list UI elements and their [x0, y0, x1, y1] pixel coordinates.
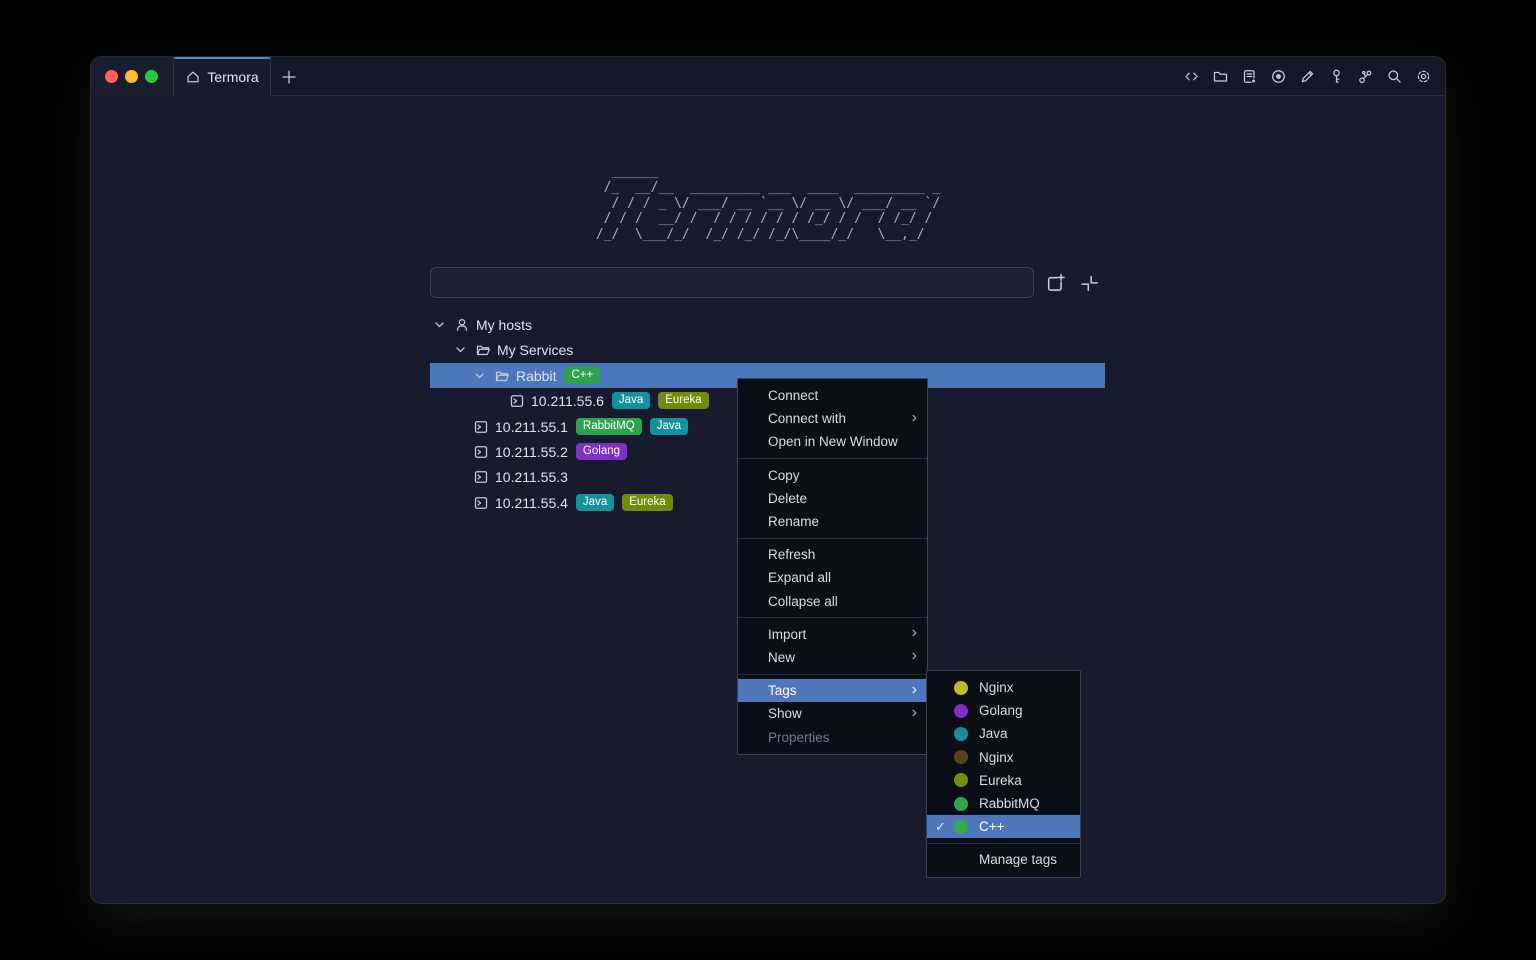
tag-badge: Java: [650, 418, 688, 435]
menu-item-connect[interactable]: Connect: [738, 384, 927, 407]
tree-label: 10.211.55.1: [495, 419, 568, 435]
tag-item-cpp[interactable]: ✓ C++: [927, 815, 1080, 838]
desktop: Termora: [0, 0, 1536, 960]
menu-item-collapse-all[interactable]: Collapse all: [738, 590, 927, 613]
tag-color-dot: [954, 820, 968, 834]
terminal-icon: [473, 495, 489, 511]
settings-icon[interactable]: [1415, 68, 1432, 85]
chevron-down-icon[interactable]: [454, 343, 467, 356]
folder-open-icon: [475, 342, 491, 358]
chevron-down-icon[interactable]: [473, 369, 486, 382]
submenu-arrow-icon: ›: [912, 649, 917, 663]
tag-item-rabbitmq[interactable]: RabbitMQ: [927, 792, 1080, 815]
submenu-arrow-icon: ›: [912, 706, 917, 720]
checkmark-icon: ✓: [935, 819, 954, 835]
termora-window: Termora: [91, 57, 1445, 903]
close-window-button[interactable]: [105, 70, 118, 83]
code-icon[interactable]: [1183, 68, 1200, 85]
tree-label: 10.211.55.6: [531, 393, 604, 409]
menu-item-new[interactable]: New›: [738, 646, 927, 669]
menu-separator: [738, 458, 927, 459]
menu-item-import[interactable]: Import›: [738, 623, 927, 646]
edit-icon[interactable]: [1299, 68, 1316, 85]
tag-badge: C++: [564, 367, 600, 384]
tag-badge: Eureka: [658, 392, 708, 409]
folder-open-icon: [494, 368, 510, 384]
menu-item-properties: Properties: [738, 725, 927, 748]
menu-separator: [927, 843, 1080, 844]
log-icon[interactable]: [1241, 68, 1258, 85]
submenu-arrow-icon: ›: [912, 411, 917, 425]
tag-color-dot: [954, 681, 968, 695]
menu-separator: [738, 674, 927, 675]
keychain-icon[interactable]: [1357, 68, 1374, 85]
tag-item-java[interactable]: Java: [927, 722, 1080, 745]
tree-label: Rabbit: [516, 368, 556, 384]
tag-badge: Java: [612, 392, 650, 409]
collapse-all-button[interactable]: [1077, 271, 1101, 295]
menu-separator: [738, 538, 927, 539]
zoom-window-button[interactable]: [145, 70, 158, 83]
menu-item-delete[interactable]: Delete: [738, 487, 927, 510]
menu-item-open-in-new-window[interactable]: Open in New Window: [738, 430, 927, 453]
tree-label: 10.211.55.4: [495, 495, 568, 511]
tree-label: My hosts: [476, 317, 532, 333]
tab-title: Termora: [207, 69, 258, 85]
tags-submenu: Nginx Golang Java Nginx Eureka: [926, 670, 1081, 878]
tag-color-dot: [954, 750, 968, 764]
active-tab-accent: [174, 57, 270, 59]
terminal-icon: [473, 469, 489, 485]
tree-label: 10.211.55.3: [495, 469, 568, 485]
menu-item-show[interactable]: Show›: [738, 702, 927, 725]
menu-item-manage-tags[interactable]: Manage tags: [927, 848, 1080, 871]
chevron-down-icon[interactable]: [433, 318, 446, 331]
tag-badge: Golang: [576, 443, 627, 460]
terminal-icon: [473, 419, 489, 435]
tag-badge: Eureka: [622, 494, 672, 511]
tag-badge: Java: [576, 494, 614, 511]
menu-item-connect-with[interactable]: Connect with›: [738, 407, 927, 430]
tree-row-my-hosts[interactable]: My hosts: [430, 312, 1105, 337]
menu-separator: [738, 617, 927, 618]
ascii-art: ______ /_ __/__ _________ ___ ____ _____…: [596, 164, 940, 243]
toolbar: [1183, 57, 1432, 96]
tag-color-dot: [954, 797, 968, 811]
tree-label: 10.211.55.2: [495, 444, 568, 460]
tag-badge: RabbitMQ: [576, 418, 642, 435]
menu-item-tags[interactable]: Tags›: [738, 679, 927, 702]
new-tab-button[interactable]: [280, 68, 298, 86]
terminal-icon: [473, 444, 489, 460]
titlebar: Termora: [91, 57, 1445, 96]
traffic-lights: [91, 57, 174, 96]
home-icon: [185, 69, 201, 85]
tree-label: My Services: [497, 342, 573, 358]
search-input[interactable]: [430, 267, 1034, 298]
ascii-banner: ______ /_ __/__ _________ ___ ____ _____…: [91, 164, 1445, 243]
tag-item-nginx-2[interactable]: Nginx: [927, 746, 1080, 769]
menu-item-copy[interactable]: Copy: [738, 464, 927, 487]
tag-color-dot: [954, 727, 968, 741]
terminal-icon: [509, 393, 525, 409]
tag-color-dot: [954, 704, 968, 718]
tag-item-golang[interactable]: Golang: [927, 699, 1080, 722]
new-host-button[interactable]: [1043, 271, 1067, 295]
folder-icon[interactable]: [1212, 68, 1229, 85]
submenu-arrow-icon: ›: [912, 626, 917, 640]
submenu-arrow-icon: ›: [912, 683, 917, 697]
record-icon[interactable]: [1270, 68, 1287, 85]
menu-item-refresh[interactable]: Refresh: [738, 543, 927, 566]
tree-row-my-services[interactable]: My Services: [430, 337, 1105, 362]
tab-termora[interactable]: Termora: [174, 57, 271, 97]
search-icon[interactable]: [1386, 68, 1403, 85]
tag-item-eureka[interactable]: Eureka: [927, 769, 1080, 792]
user-icon: [454, 317, 470, 333]
key-icon[interactable]: [1328, 68, 1345, 85]
menu-item-expand-all[interactable]: Expand all: [738, 566, 927, 589]
tag-item-nginx[interactable]: Nginx: [927, 676, 1080, 699]
minimize-window-button[interactable]: [125, 70, 138, 83]
tag-color-dot: [954, 773, 968, 787]
menu-item-rename[interactable]: Rename: [738, 510, 927, 533]
context-menu: Connect Connect with› Open in New Window…: [737, 378, 928, 755]
